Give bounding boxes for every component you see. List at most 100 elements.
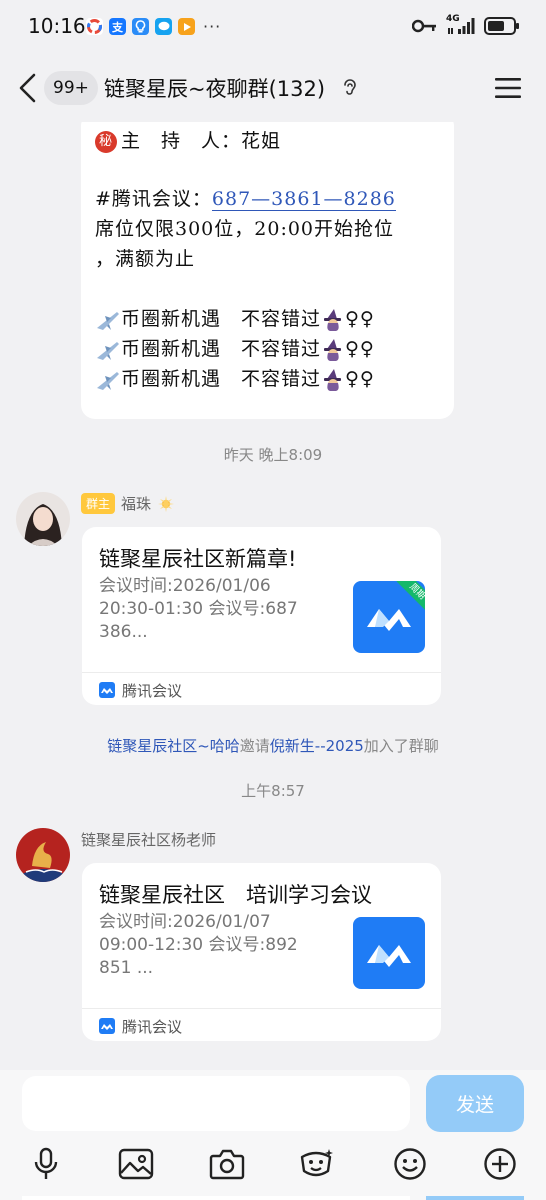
tencent-meeting-logo-icon bbox=[367, 945, 411, 967]
microphone-icon bbox=[34, 1147, 58, 1179]
sender-row: 链聚星辰社区杨老师 bbox=[81, 829, 216, 850]
chat-title[interactable]: 链聚星辰~夜聊群(132) bbox=[104, 73, 325, 103]
input-toolbar bbox=[0, 1144, 546, 1184]
voice-button[interactable] bbox=[26, 1144, 66, 1184]
meeting-line: #腾讯会议：687—3861—8286 bbox=[95, 184, 396, 211]
promo-text: 币圈新机遇 不容错过 bbox=[121, 338, 322, 360]
system-verb: 邀请 bbox=[239, 737, 270, 755]
more-notifications-icon: ··· bbox=[203, 17, 222, 36]
invitee-link[interactable]: 倪新生--2025 bbox=[270, 737, 364, 755]
meeting-card[interactable]: 链聚星辰社区 培训学习会议 会议时间:2026/01/07 09:00-12:3… bbox=[82, 863, 441, 1041]
status-indicators: 4G bbox=[412, 14, 520, 36]
send-button[interactable]: 发送 bbox=[426, 1075, 524, 1132]
camera-button[interactable] bbox=[207, 1144, 247, 1184]
witch-emoji-icon bbox=[324, 339, 342, 361]
promo-line: 币圈新机遇 不容错过 ♀♀ bbox=[95, 364, 375, 392]
alipay-icon: 支 bbox=[109, 18, 126, 35]
promo-line: 币圈新机遇 不容错过 ♀♀ bbox=[95, 304, 375, 332]
sticker-button[interactable] bbox=[297, 1144, 337, 1184]
promo-suffix: ♀♀ bbox=[345, 308, 375, 330]
battery-icon bbox=[484, 17, 519, 35]
system-suffix: 加入了群聊 bbox=[363, 737, 439, 755]
input-bar: 发送 bbox=[0, 1070, 546, 1200]
chat-messages-area[interactable]: 秘主 持 人：花姐 #腾讯会议：687—3861—8286 席位仅限300位，2… bbox=[0, 122, 546, 1070]
chat-header: 99+ 链聚星辰~夜聊群(132) bbox=[0, 54, 546, 122]
avatar[interactable] bbox=[16, 828, 70, 882]
card-desc-line: 851 ... bbox=[99, 958, 154, 978]
card-desc-line: 386... bbox=[99, 622, 148, 642]
secret-emoji-icon: 秘 bbox=[95, 131, 117, 153]
plus-icon bbox=[484, 1148, 516, 1180]
airplane-icon bbox=[97, 372, 119, 390]
host-text: 主 持 人：花姐 bbox=[121, 130, 282, 152]
input-edge bbox=[22, 1196, 410, 1200]
chat-app-icon bbox=[155, 18, 172, 35]
card-footer: 腾讯会议 bbox=[82, 672, 441, 705]
card-title: 链聚星辰社区 培训学习会议 bbox=[99, 883, 372, 907]
hamburger-menu-icon bbox=[495, 78, 521, 98]
emoji-button[interactable] bbox=[390, 1144, 430, 1184]
unread-count-badge[interactable]: 99+ bbox=[44, 71, 98, 105]
promo-line: 币圈新机遇 不容错过 ♀♀ bbox=[95, 334, 375, 362]
user-avatar-photo bbox=[16, 492, 70, 546]
tencent-meeting-thumbnail bbox=[353, 917, 425, 989]
meeting-number-link[interactable]: 687—3861—8286 bbox=[211, 188, 396, 211]
menu-button[interactable] bbox=[494, 76, 522, 104]
witch-emoji-icon bbox=[324, 369, 342, 391]
meeting-prefix: #腾讯会议： bbox=[95, 188, 212, 210]
chevron-left-icon bbox=[19, 73, 36, 103]
image-button[interactable] bbox=[116, 1144, 156, 1184]
promo-text: 币圈新机遇 不容错过 bbox=[121, 368, 322, 390]
send-edge bbox=[426, 1196, 524, 1200]
message-input[interactable] bbox=[22, 1076, 410, 1131]
sparkle-icon bbox=[158, 495, 175, 512]
sender-name[interactable]: 链聚星辰社区杨老师 bbox=[81, 829, 216, 850]
signal-icon: 4G bbox=[446, 14, 476, 36]
card-title: 链聚星辰社区新篇章! bbox=[99, 547, 297, 571]
status-bar: 10:16 支 ··· 4G bbox=[0, 0, 546, 54]
seat-line-1: 席位仅限300位，20:00开始抢位 bbox=[95, 218, 395, 240]
tencent-meeting-small-icon bbox=[99, 682, 115, 698]
card-footer: 腾讯会议 bbox=[82, 1008, 441, 1041]
owner-badge: 群主 bbox=[81, 493, 116, 514]
back-button[interactable] bbox=[16, 72, 40, 104]
airplane-icon bbox=[97, 342, 119, 360]
inviter-link[interactable]: 链聚星辰社区~哈哈 bbox=[107, 737, 240, 755]
status-time: 10:16 bbox=[28, 14, 86, 38]
promo-suffix: ♀♀ bbox=[345, 368, 375, 390]
group-avatar-logo bbox=[16, 828, 70, 882]
sender-name[interactable]: 福珠 bbox=[121, 493, 151, 514]
more-actions-button[interactable] bbox=[480, 1144, 520, 1184]
key-icon bbox=[412, 19, 436, 33]
tencent-meeting-small-icon bbox=[99, 1018, 115, 1034]
card-source: 腾讯会议 bbox=[122, 682, 183, 700]
card-desc-line: 会议时间:2026/01/06 bbox=[99, 576, 271, 596]
card-desc-line: 20:30-01:30 会议号:687 bbox=[99, 599, 298, 619]
sender-row: 群主 福珠 bbox=[81, 493, 175, 514]
promo-suffix: ♀♀ bbox=[345, 338, 375, 360]
bulb-app-icon bbox=[132, 18, 149, 35]
text-message-bubble[interactable]: 秘主 持 人：花姐 #腾讯会议：687—3861—8286 席位仅限300位，2… bbox=[81, 122, 454, 419]
emoji-icon bbox=[394, 1148, 426, 1180]
promo-text: 币圈新机遇 不容错过 bbox=[121, 308, 322, 330]
card-desc-line: 09:00-12:30 会议号:892 bbox=[99, 935, 298, 955]
network-type: 4G bbox=[446, 14, 460, 24]
card-description: 会议时间:2026/01/07 09:00-12:30 会议号:892 851 … bbox=[99, 911, 329, 980]
notification-icons: 支 ··· bbox=[86, 17, 221, 36]
host-line: 秘主 持 人：花姐 bbox=[95, 126, 281, 153]
card-source: 腾讯会议 bbox=[122, 1018, 183, 1036]
airplane-icon bbox=[97, 312, 119, 330]
avatar[interactable] bbox=[16, 492, 70, 546]
card-desc-line: 会议时间:2026/01/07 bbox=[99, 912, 271, 932]
sticker-icon bbox=[300, 1149, 333, 1177]
app-notification-icon bbox=[86, 18, 103, 35]
card-description: 会议时间:2026/01/06 20:30-01:30 会议号:687 386.… bbox=[99, 575, 329, 644]
video-app-icon bbox=[178, 18, 195, 35]
time-separator: 上午8:57 bbox=[241, 782, 305, 800]
meeting-card[interactable]: 链聚星辰社区新篇章! 会议时间:2026/01/06 20:30-01:30 会… bbox=[82, 527, 441, 705]
image-icon bbox=[118, 1148, 154, 1180]
seat-line-2: ，满额为止 bbox=[95, 248, 196, 270]
earpiece-mode-icon bbox=[344, 79, 356, 95]
time-separator: 昨天 晚上8:09 bbox=[223, 446, 323, 464]
tencent-meeting-thumbnail: 周期 bbox=[353, 581, 425, 653]
